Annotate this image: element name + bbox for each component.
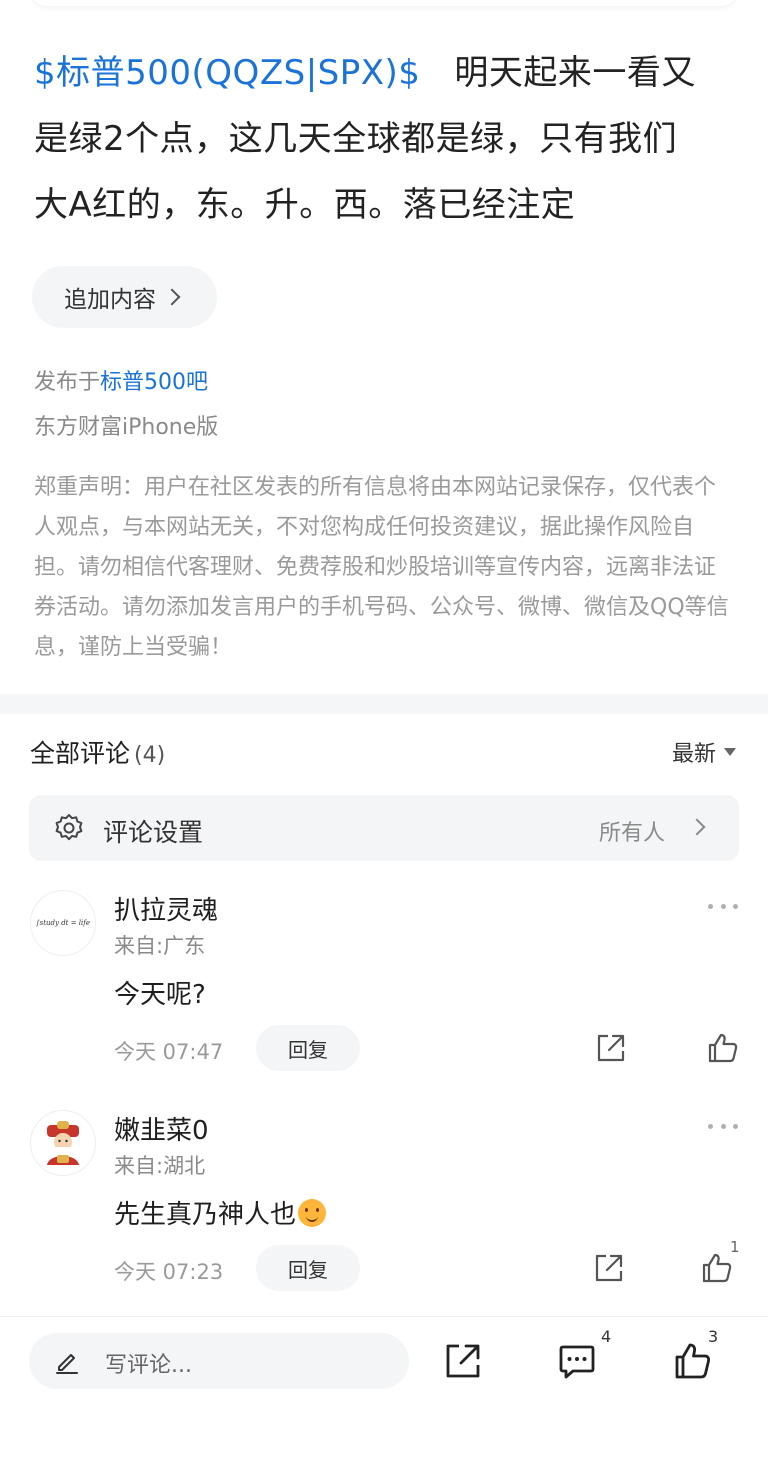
like-count-badge: 3	[708, 1327, 719, 1346]
post-content: $标普500(QQZS|SPX)$ 明天起来一看又 是绿2个点，这几天全球都是绿…	[34, 40, 738, 238]
god-of-wealth-avatar-icon	[47, 1121, 79, 1165]
comment-settings-row[interactable]: 评论设置 所有人	[29, 795, 739, 861]
comment-username[interactable]: 扒拉灵魂	[114, 890, 218, 927]
post-text-line2: 是绿2个点，这几天全球都是绿，只有我们	[34, 119, 678, 159]
share-icon[interactable]	[443, 1341, 483, 1381]
more-options-icon[interactable]	[708, 1124, 738, 1130]
comment-text: 先生真乃神人也	[114, 1194, 327, 1231]
reply-button[interactable]: 回复	[256, 1245, 360, 1291]
previous-card-edge	[32, 0, 736, 6]
bottom-action-bar: 写评论... 4 3	[0, 1316, 768, 1468]
disclaimer-text: 郑重声明：用户在社区发表的所有信息将由本网站记录保存，仅代表个人观点，与本网站无…	[34, 475, 729, 660]
stock-tag-link[interactable]: $标普500(QQZS|SPX)$	[34, 53, 420, 93]
comment-text-body: 先生真乃神人也	[114, 1200, 297, 1230]
thumbs-up-icon[interactable]	[673, 1341, 713, 1381]
add-content-button[interactable]: 追加内容	[32, 266, 217, 328]
comment-count-badge: 4	[601, 1327, 612, 1346]
comment-time: 今天 07:23	[114, 1260, 224, 1284]
write-comment-placeholder: 写评论...	[105, 1353, 192, 1378]
avatar[interactable]: ∫study dt = life	[30, 890, 96, 956]
comments-title: 全部评论	[30, 739, 131, 768]
comment-settings-value: 所有人	[598, 821, 665, 846]
thumbs-up-icon[interactable]	[706, 1031, 740, 1065]
published-prefix: 发布于	[34, 370, 101, 395]
comment-location: 来自:广东	[114, 934, 206, 958]
reply-label: 回复	[288, 1037, 328, 1062]
pen-icon	[56, 1354, 78, 1374]
comment-icon[interactable]	[557, 1341, 597, 1381]
sort-dropdown[interactable]: 最新	[672, 736, 736, 768]
published-in: 发布于标普500吧	[34, 364, 208, 396]
smile-emoji-icon	[298, 1199, 327, 1227]
device-source: 东方财富iPhone版	[34, 415, 219, 440]
comment-item: ∫study dt = life 扒拉灵魂 来自:广东 今天呢? 今天 07:4…	[0, 886, 768, 1096]
reply-label: 回复	[288, 1257, 328, 1282]
comment-time: 今天 07:47	[114, 1040, 224, 1064]
section-divider	[0, 694, 768, 714]
comment-username[interactable]: 嫩韭菜0	[114, 1110, 209, 1147]
share-icon[interactable]	[592, 1251, 626, 1285]
comment-settings-label: 评论设置	[103, 818, 204, 847]
thumbs-up-icon[interactable]	[700, 1251, 734, 1285]
chevron-right-icon	[163, 288, 181, 306]
comments-count: (4)	[134, 743, 166, 768]
sort-label: 最新	[671, 742, 716, 767]
comment-text: 今天呢?	[114, 980, 206, 1010]
forum-link[interactable]: 标普500吧	[100, 370, 208, 395]
share-icon[interactable]	[594, 1031, 628, 1065]
chevron-right-icon	[688, 818, 706, 836]
post-text-line1: 明天起来一看又	[454, 53, 696, 93]
reply-button[interactable]: 回复	[256, 1025, 360, 1071]
caret-down-icon	[724, 748, 736, 756]
avatar-scribble: ∫study dt = life	[35, 919, 91, 927]
comment-item: 嫩韭菜0 来自:湖北 先生真乃神人也 今天 07:23 回复 1	[0, 1106, 768, 1316]
add-content-label: 追加内容	[64, 287, 156, 313]
post-text-line3: 大A红的，东。升。西。落已经注定	[34, 185, 576, 225]
write-comment-input[interactable]: 写评论...	[29, 1333, 409, 1389]
comment-location: 来自:湖北	[114, 1154, 206, 1178]
avatar[interactable]	[30, 1110, 96, 1176]
more-options-icon[interactable]	[708, 904, 738, 910]
comment-like-count: 1	[730, 1238, 740, 1256]
gear-icon	[55, 814, 83, 841]
comments-header: 全部评论 (4)	[30, 734, 165, 770]
